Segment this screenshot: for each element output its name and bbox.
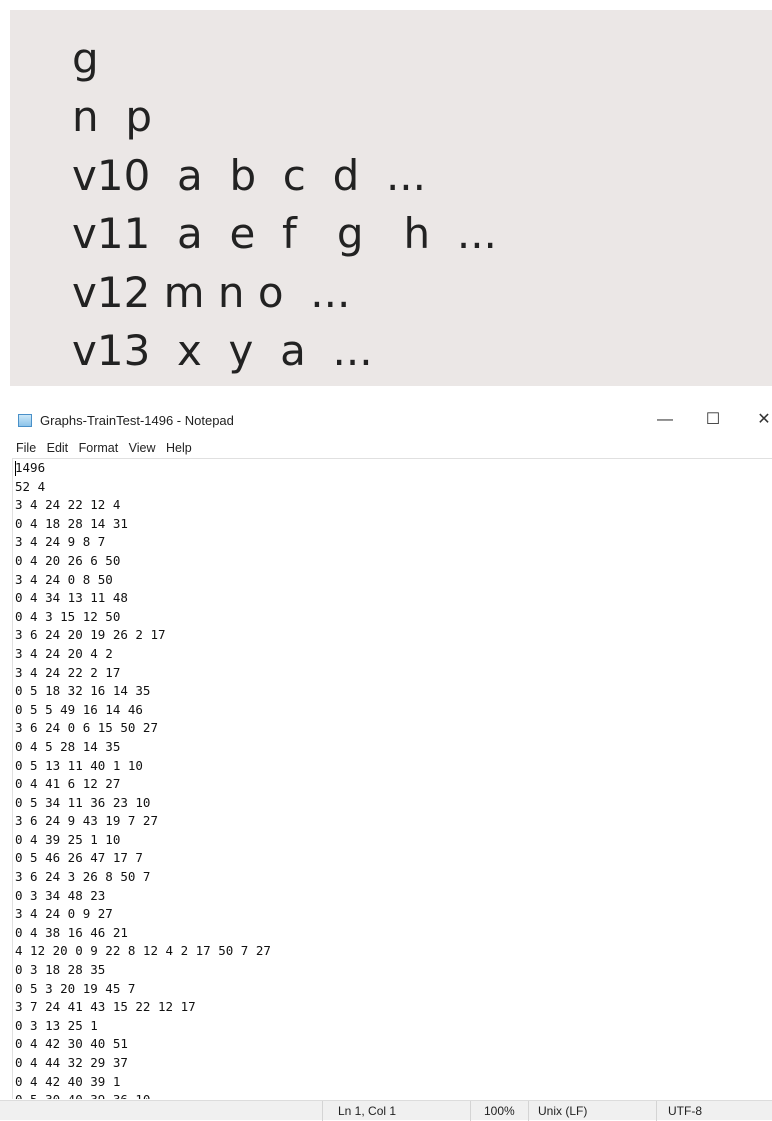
notepad-icon [18,414,32,427]
status-separator [528,1101,529,1121]
editor-line[interactable]: 0 5 5 49 16 14 46 [15,702,143,717]
menu-edit[interactable]: Edit [47,438,69,458]
editor-line[interactable]: 0 5 46 26 47 17 7 [15,850,143,865]
status-separator [322,1101,323,1121]
menu-help[interactable]: Help [166,438,192,458]
editor-line[interactable]: 0 4 5 28 14 35 [15,739,120,754]
status-bar: Ln 1, Col 1 100% Unix (LF) UTF-8 [0,1100,772,1121]
close-button[interactable]: ✕ [749,410,772,430]
editor-line[interactable]: 3 6 24 0 6 15 50 27 [15,720,158,735]
editor-line[interactable]: 3 6 24 20 19 26 2 17 [15,627,166,642]
format-line: v11 a e f g h ... [72,209,497,258]
maximize-button[interactable]: ☐ [698,410,728,430]
editor-line[interactable]: 0 5 13 11 40 1 10 [15,758,143,773]
editor-line[interactable]: 3 4 24 0 9 27 [15,906,113,921]
editor-line[interactable]: 0 4 34 13 11 48 [15,590,128,605]
editor-line[interactable]: 4 12 20 0 9 22 8 12 4 2 17 50 7 27 [15,943,271,958]
editor-line[interactable]: 0 3 34 48 23 [15,888,105,903]
format-line: v12 m n o ... [72,268,351,317]
format-line: v13 x y a ... [72,326,373,375]
editor-line[interactable]: 3 4 24 22 2 17 [15,665,120,680]
menu-file[interactable]: File [16,438,36,458]
cursor-position: Ln 1, Col 1 [338,1104,397,1118]
window-title: Graphs-TrainTest-1496 - Notepad [40,413,234,428]
minimize-button[interactable]: — [650,410,680,430]
format-line: n p [72,92,152,141]
editor-line[interactable]: 1496 [15,460,45,475]
editor-line[interactable]: 0 4 39 25 1 10 [15,832,120,847]
status-separator [470,1101,471,1121]
editor-line[interactable]: 0 4 44 32 29 37 [15,1055,128,1070]
editor-line[interactable]: 3 4 24 20 4 2 [15,646,113,661]
editor-line[interactable]: 0 4 3 15 12 50 [15,609,120,624]
menu-bar: File Edit Format View Help [0,438,772,458]
editor-line[interactable]: 3 6 24 9 43 19 7 27 [15,813,158,828]
title-bar[interactable]: Graphs-TrainTest-1496 - Notepad — ☐ ✕ [0,402,772,438]
format-line: g [72,34,99,83]
editor-line[interactable]: 3 7 24 41 43 15 22 12 17 [15,999,196,1014]
editor-content[interactable]: 1496 52 4 3 4 24 22 12 4 0 4 18 28 14 31… [13,459,772,1099]
format-line: v10 a b c d ... [72,151,427,200]
editor-line[interactable]: 0 5 3 20 19 45 7 [15,981,135,996]
menu-format[interactable]: Format [79,438,119,458]
line-ending: Unix (LF) [538,1104,588,1118]
format-example-panel: g n p v10 a b c d ... v11 a e f g h ... … [10,10,772,386]
editor-line[interactable]: 0 4 38 16 46 21 [15,925,128,940]
status-separator [656,1101,657,1121]
editor-line[interactable]: 0 5 34 11 36 23 10 [15,795,150,810]
encoding: UTF-8 [668,1104,702,1118]
editor-line[interactable]: 0 4 18 28 14 31 [15,516,128,531]
editor-line[interactable]: 0 4 41 6 12 27 [15,776,120,791]
editor-line[interactable]: 0 3 18 28 35 [15,962,105,977]
editor-line[interactable]: 0 4 42 40 39 1 [15,1074,120,1089]
text-editor[interactable]: 1496 52 4 3 4 24 22 12 4 0 4 18 28 14 31… [12,458,772,1099]
editor-line[interactable]: 0 3 13 25 1 [15,1018,98,1033]
editor-line[interactable]: 52 4 [15,479,45,494]
menu-view[interactable]: View [129,438,156,458]
zoom-level: 100% [484,1104,515,1118]
editor-line[interactable]: 3 6 24 3 26 8 50 7 [15,869,150,884]
editor-line[interactable]: 3 4 24 0 8 50 [15,572,113,587]
text-caret [15,461,16,476]
editor-line[interactable]: 0 5 30 40 39 36 10 [15,1092,150,1099]
editor-line[interactable]: 3 4 24 22 12 4 [15,497,120,512]
editor-line[interactable]: 0 4 42 30 40 51 [15,1036,128,1051]
editor-line[interactable]: 0 5 18 32 16 14 35 [15,683,150,698]
editor-line[interactable]: 0 4 20 26 6 50 [15,553,120,568]
editor-line[interactable]: 3 4 24 9 8 7 [15,534,105,549]
